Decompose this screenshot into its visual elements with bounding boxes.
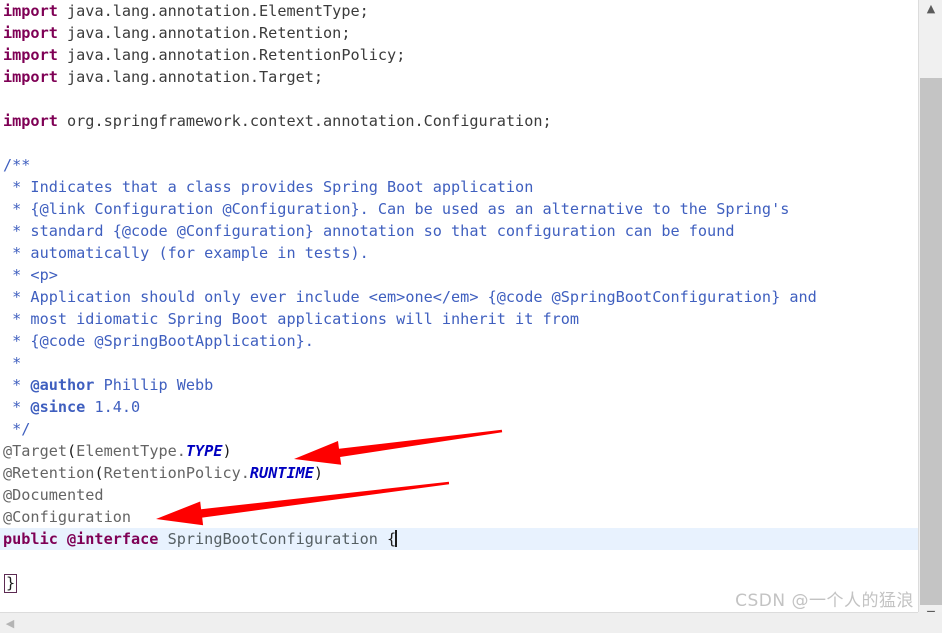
editor-text-area[interactable]: import java.lang.annotation.ElementType;… [0, 0, 918, 612]
code-line[interactable]: */ [0, 418, 918, 440]
code-line[interactable]: import org.springframework.context.annot… [0, 110, 918, 132]
code-token-jdoc: /** [3, 156, 31, 174]
code-token-jdoc: * automatically (for example in tests). [3, 244, 369, 262]
code-token-kw: import [3, 24, 58, 42]
code-editor-window: import java.lang.annotation.ElementType;… [0, 0, 942, 633]
code-token-const: RUNTIME [249, 464, 314, 482]
bracket-match-highlight: } [4, 574, 18, 593]
code-token-anno: @Target [3, 442, 68, 460]
scrollbar-corner [918, 612, 942, 633]
code-token-jdoc: * [3, 376, 31, 394]
source-code[interactable]: import java.lang.annotation.ElementType;… [0, 0, 918, 594]
vertical-scrollbar[interactable]: ▲ ▼ [918, 0, 942, 633]
horizontal-scrollbar[interactable]: ◀ [0, 612, 918, 633]
code-token-kw: public @interface [3, 530, 159, 548]
code-token-jdoc: */ [3, 420, 31, 438]
code-line[interactable] [0, 88, 918, 110]
code-token-anno: @Documented [3, 486, 104, 504]
code-line[interactable]: import java.lang.annotation.ElementType; [0, 0, 918, 22]
code-token-jdoc: * Indicates that a class provides Spring… [3, 178, 534, 196]
code-token-jdoc: * {@code @SpringBootApplication}. [3, 332, 314, 350]
code-token-plain: java.lang.annotation.Target; [57, 68, 324, 86]
code-token-punc: ( [94, 464, 104, 482]
code-line[interactable]: * Application should only ever include <… [0, 286, 918, 308]
code-token-punc: ( [67, 442, 77, 460]
code-line[interactable]: * Indicates that a class provides Spring… [0, 176, 918, 198]
code-line[interactable]: /** [0, 154, 918, 176]
code-token-jdoc: * [3, 398, 31, 416]
code-line[interactable]: @Target(ElementType.TYPE) [0, 440, 918, 462]
code-token-plain: java.lang.annotation.RetentionPolicy; [57, 46, 406, 64]
code-token-kw: import [3, 2, 58, 20]
code-token-jdoc: * {@link Configuration @Configuration}. … [3, 200, 790, 218]
code-line[interactable]: * automatically (for example in tests). [0, 242, 918, 264]
code-token-anno: @Retention [3, 464, 95, 482]
code-line[interactable]: @Retention(RetentionPolicy.RUNTIME) [0, 462, 918, 484]
code-line[interactable] [0, 550, 918, 572]
code-line[interactable]: import java.lang.annotation.Target; [0, 66, 918, 88]
code-token-jdoc: * standard {@code @Configuration} annota… [3, 222, 735, 240]
code-token-plain: java.lang.annotation.ElementType; [57, 2, 369, 20]
code-token-kw: import [3, 112, 58, 130]
code-line[interactable]: import java.lang.annotation.RetentionPol… [0, 44, 918, 66]
code-line[interactable]: * {@code @SpringBootApplication}. [0, 330, 918, 352]
code-token-jdoc: * <p> [3, 266, 58, 284]
csdn-watermark: CSDN @一个人的猛浪 [735, 591, 914, 611]
code-token-anno: @Configuration [3, 508, 132, 526]
vertical-scrollbar-thumb[interactable] [920, 78, 942, 605]
code-token-punc: ) [313, 464, 324, 482]
scroll-up-icon[interactable]: ▲ [919, 0, 942, 16]
code-token-kw: import [3, 46, 58, 64]
code-line[interactable]: @Documented [0, 484, 918, 506]
code-token-jdoc: 1.4.0 [85, 398, 141, 416]
code-line[interactable]: * @since 1.4.0 [0, 396, 918, 418]
code-token-jdoctag: @author [30, 376, 95, 394]
code-line[interactable]: public @interface SpringBootConfiguratio… [0, 528, 918, 550]
code-token-jdoc: * Application should only ever include <… [3, 288, 817, 306]
code-line[interactable]: * {@link Configuration @Configuration}. … [0, 198, 918, 220]
code-token-kw: import [3, 68, 58, 86]
code-token-jdoctag: @since [30, 398, 86, 416]
code-line[interactable]: @Configuration [0, 506, 918, 528]
code-line[interactable]: * @author Phillip Webb [0, 374, 918, 396]
code-token-anno: ElementType. [76, 442, 186, 460]
code-token-jdoc: Phillip Webb [94, 376, 214, 394]
code-line[interactable]: * [0, 352, 918, 374]
code-token-jdoc: * [3, 354, 22, 372]
code-token-plain: java.lang.annotation.Retention; [57, 24, 351, 42]
text-caret [395, 530, 398, 547]
code-token-anno: RetentionPolicy. [103, 464, 250, 482]
code-line[interactable]: * standard {@code @Configuration} annota… [0, 220, 918, 242]
code-line[interactable]: import java.lang.annotation.Retention; [0, 22, 918, 44]
code-token-jdoc: * most idiomatic Spring Boot application… [3, 310, 580, 328]
code-token-plain: org.springframework.context.annotation.C… [57, 112, 552, 130]
scroll-left-icon[interactable]: ◀ [0, 613, 20, 633]
code-token-punc: ) [222, 442, 232, 460]
code-line[interactable]: * <p> [0, 264, 918, 286]
code-token-const: TYPE [185, 442, 223, 460]
code-token-type: SpringBootConfiguration [158, 530, 388, 548]
code-line[interactable]: * most idiomatic Spring Boot application… [0, 308, 918, 330]
code-line[interactable] [0, 132, 918, 154]
